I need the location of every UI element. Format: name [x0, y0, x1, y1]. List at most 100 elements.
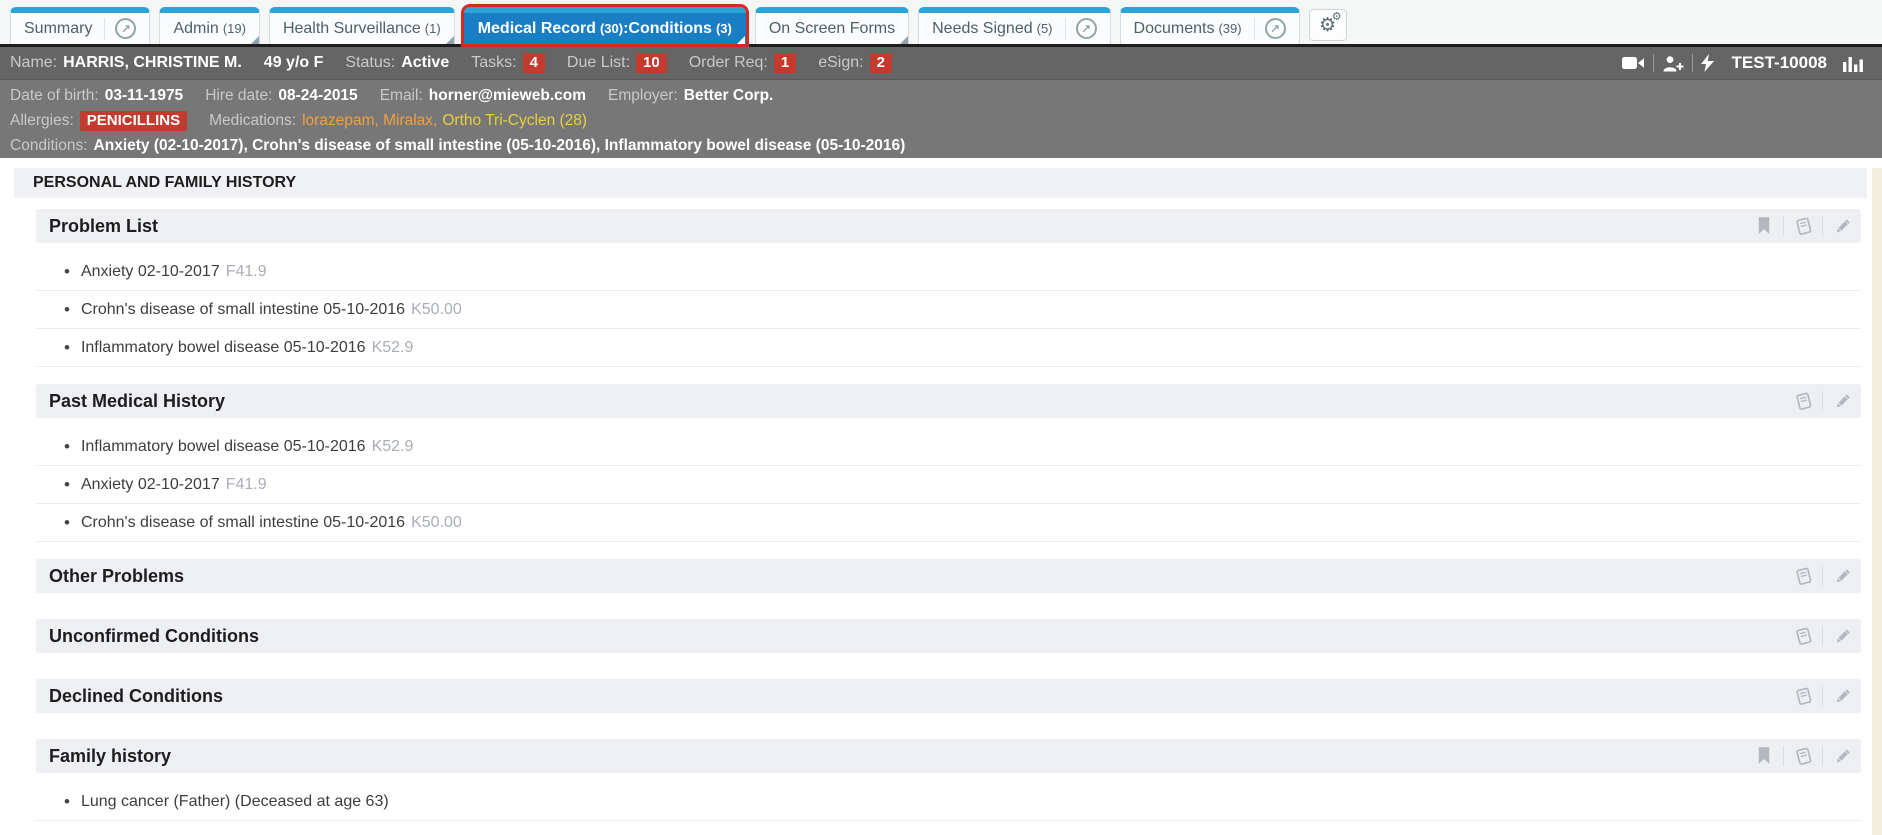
- item-code: F41.9: [225, 262, 267, 280]
- hire-date-label: Hire date:: [205, 86, 273, 104]
- due-list-count-badge[interactable]: 10: [636, 53, 667, 73]
- patient-name-group: Name: HARRIS, CHRISTINE M.: [10, 54, 242, 72]
- tab-medical-record-count: (30): [599, 21, 624, 36]
- tab-conditions-count: (3): [715, 21, 732, 36]
- bullet: •: [64, 436, 70, 456]
- add-person-icon[interactable]: [1662, 55, 1684, 72]
- section-header: Past Medical History: [36, 384, 1861, 418]
- tab-divider: [1253, 17, 1255, 40]
- past-medical-history-item[interactable]: • Inflammatory bowel disease 05-10-2016 …: [36, 428, 1861, 466]
- patient-detail-rows: Date of birth: 03-11-1975 Hire date: 08-24…: [0, 80, 1882, 158]
- scrollbar-track[interactable]: [1872, 168, 1882, 835]
- tasks-count-badge[interactable]: 4: [522, 53, 545, 73]
- gear-icon: ⚙: [1331, 11, 1342, 23]
- external-link-icon[interactable]: ↗: [1075, 18, 1097, 39]
- family-history-item[interactable]: • Lung cancer (Father) (Deceased at age …: [36, 783, 1861, 821]
- separator: [1783, 746, 1784, 766]
- allergies-label: Allergies:: [10, 111, 74, 129]
- separator: [1822, 686, 1823, 706]
- tab-needs-signed[interactable]: Needs Signed (5) ↗: [918, 7, 1111, 44]
- bookmark-icon[interactable]: [1754, 747, 1774, 765]
- status-label: Status:: [345, 54, 396, 71]
- section-title: Declined Conditions: [49, 685, 224, 706]
- tab-divider: [104, 17, 106, 40]
- bar-chart-icon[interactable]: [1843, 55, 1864, 72]
- tab-divider: [1064, 17, 1066, 40]
- book-icon[interactable]: [1793, 627, 1813, 646]
- edit-pencil-icon[interactable]: [1832, 748, 1852, 765]
- external-link-icon[interactable]: ↗: [115, 18, 137, 39]
- tab-documents[interactable]: Documents (39) ↗: [1119, 7, 1300, 44]
- esign-label: eSign:: [818, 54, 864, 71]
- dob-value: 03-11-1975: [104, 86, 184, 104]
- edit-pencil-icon[interactable]: [1832, 688, 1852, 705]
- conditions-row: Conditions: Anxiety (02-10-2017), Crohn'…: [0, 133, 1882, 158]
- past-medical-history-item[interactable]: • Anxiety 02-10-2017 F41.9: [36, 466, 1861, 504]
- separator: [1822, 746, 1823, 766]
- tab-health-surveillance-label: Health Surveillance: [282, 19, 421, 37]
- email-value: horner@mieweb.com: [428, 86, 586, 104]
- tab-needs-signed-count: (5): [1036, 21, 1053, 36]
- lightning-bolt-icon[interactable]: [1700, 54, 1714, 72]
- external-link-icon[interactable]: ↗: [1264, 18, 1286, 39]
- item-text: Anxiety 02-10-2017: [80, 262, 220, 280]
- medications-list[interactable]: lorazepam, Miralax,: [302, 112, 437, 130]
- tab-medical-record-conditions[interactable]: Medical Record (30) :Conditions (3): [460, 4, 749, 47]
- separator: [1783, 216, 1784, 236]
- book-icon[interactable]: [1793, 747, 1813, 766]
- hire-date-value: 08-24-2015: [278, 86, 358, 104]
- edit-pencil-icon[interactable]: [1832, 218, 1852, 235]
- tab-documents-count: (39): [1218, 21, 1242, 36]
- problem-list-item[interactable]: • Inflammatory bowel disease 05-10-2016 …: [36, 329, 1861, 367]
- book-icon[interactable]: [1793, 687, 1813, 706]
- bookmark-icon[interactable]: [1754, 217, 1774, 235]
- bullet: •: [64, 337, 70, 357]
- tab-needs-signed-label: Needs Signed: [932, 19, 1033, 37]
- settings-button[interactable]: ⚙ ⚙: [1308, 9, 1347, 41]
- edit-pencil-icon[interactable]: [1832, 568, 1852, 585]
- bullet: •: [64, 512, 70, 532]
- employer-label: Employer:: [608, 86, 678, 104]
- problem-list-item[interactable]: • Crohn's disease of small intestine 05-…: [36, 291, 1861, 329]
- name-label: Name:: [10, 54, 58, 71]
- tab-summary[interactable]: Summary ↗: [10, 7, 151, 44]
- patient-name[interactable]: HARRIS, CHRISTINE M.: [63, 54, 242, 72]
- patient-age-sex: 49 y/o F: [263, 54, 324, 71]
- separator: [1822, 216, 1823, 236]
- book-icon[interactable]: [1793, 567, 1813, 586]
- patient-bar-actions: TEST-10008: [1614, 53, 1872, 73]
- tab-on-screen-forms[interactable]: On Screen Forms: [754, 7, 910, 44]
- section-title: Unconfirmed Conditions: [49, 625, 259, 646]
- section-unconfirmed-conditions: Unconfirmed Conditions: [36, 619, 1861, 653]
- section-declined-conditions: Declined Conditions: [36, 679, 1861, 713]
- tab-on-screen-forms-label: On Screen Forms: [768, 19, 896, 37]
- tab-conditions-sublabel: :Conditions: [623, 19, 712, 37]
- order-req-count-badge[interactable]: 1: [773, 53, 797, 73]
- tab-admin[interactable]: Admin (19): [159, 7, 260, 44]
- patient-summary-bar: Name: HARRIS, CHRISTINE M. 49 y/o F Stat…: [0, 47, 1882, 80]
- section-header: Other Problems: [36, 559, 1861, 593]
- section-family-history: Family history • Lung cancer (Father) (D…: [36, 739, 1861, 821]
- edit-pencil-icon[interactable]: [1832, 628, 1852, 645]
- esign-count-badge[interactable]: 2: [869, 53, 892, 73]
- bullet: •: [64, 299, 70, 319]
- section-header: Unconfirmed Conditions: [36, 619, 1861, 653]
- problem-list-item[interactable]: • Anxiety 02-10-2017 F41.9: [36, 253, 1861, 291]
- edit-pencil-icon[interactable]: [1832, 393, 1852, 410]
- order-req-label: Order Req:: [688, 54, 768, 71]
- item-text: Inflammatory bowel disease 05-10-2016: [80, 338, 366, 356]
- item-text: Inflammatory bowel disease 05-10-2016: [80, 437, 366, 455]
- allergy-badge[interactable]: PENICILLINS: [79, 110, 188, 131]
- section-title: Family history: [49, 745, 172, 766]
- bullet: •: [64, 261, 70, 281]
- book-icon[interactable]: [1793, 392, 1813, 411]
- video-camera-icon[interactable]: [1621, 55, 1645, 71]
- item-text: Crohn's disease of small intestine 05-10…: [80, 300, 406, 318]
- book-icon[interactable]: [1793, 217, 1813, 236]
- item-text: Crohn's disease of small intestine 05-10…: [80, 513, 406, 531]
- tab-health-surveillance[interactable]: Health Surveillance (1): [268, 7, 455, 44]
- separator: [1822, 391, 1823, 411]
- demographics-row: Date of birth: 03-11-1975 Hire date: 08-24…: [0, 80, 1882, 108]
- past-medical-history-item[interactable]: • Crohn's disease of small intestine 05-…: [36, 504, 1861, 542]
- medication-highlight[interactable]: Ortho Tri-Cyclen (28): [442, 112, 587, 130]
